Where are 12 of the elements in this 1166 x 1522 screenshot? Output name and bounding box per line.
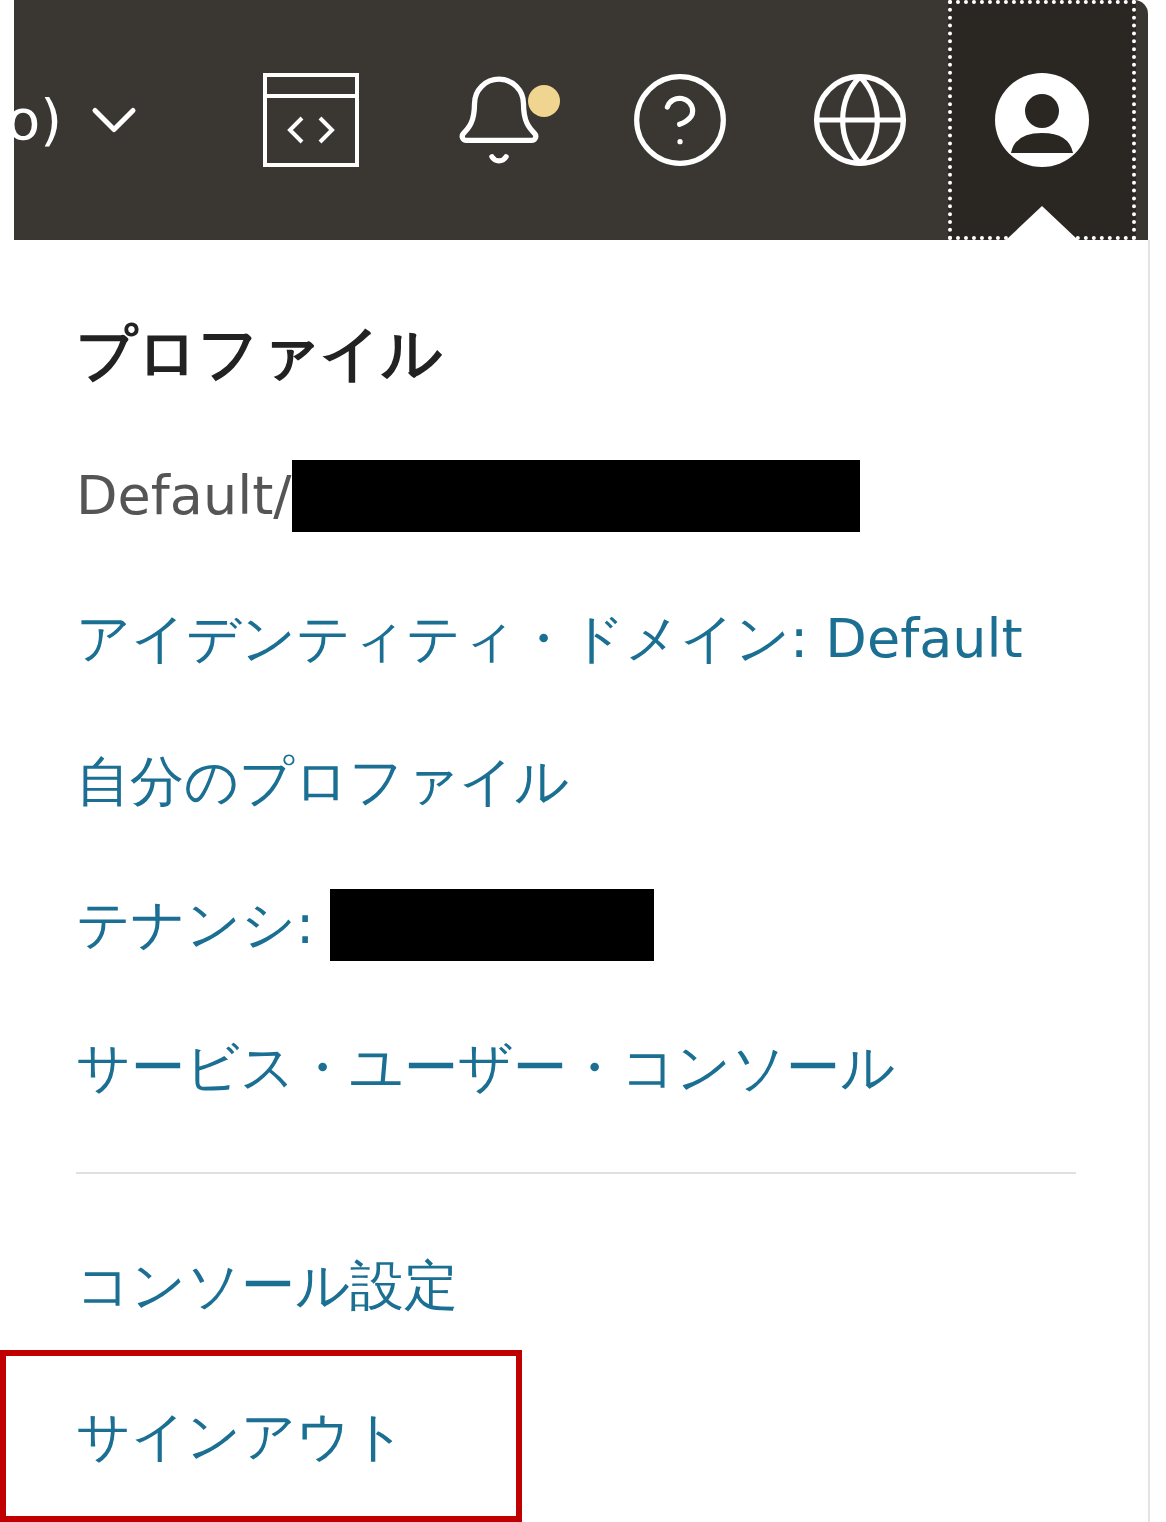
menu-link[interactable]: サービス・ユーザー・コンソール [76,1027,895,1108]
menu-link[interactable]: コンソール設定 [76,1245,458,1326]
menu-link[interactable]: アイデンティティ・ドメイン: Default [76,598,1023,679]
code-window-icon [262,72,361,168]
menu-title: プロファイル [76,316,442,390]
menu-link[interactable]: 自分のプロファイル [76,741,569,822]
avatar-icon [993,71,1092,169]
code-editor-button[interactable] [262,72,361,168]
profile-button[interactable] [948,0,1137,240]
menu-link[interactable]: サインアウト [76,1395,406,1477]
user-name: Default/ [76,463,292,529]
menu-link[interactable]: テナンシ: [76,884,315,965]
